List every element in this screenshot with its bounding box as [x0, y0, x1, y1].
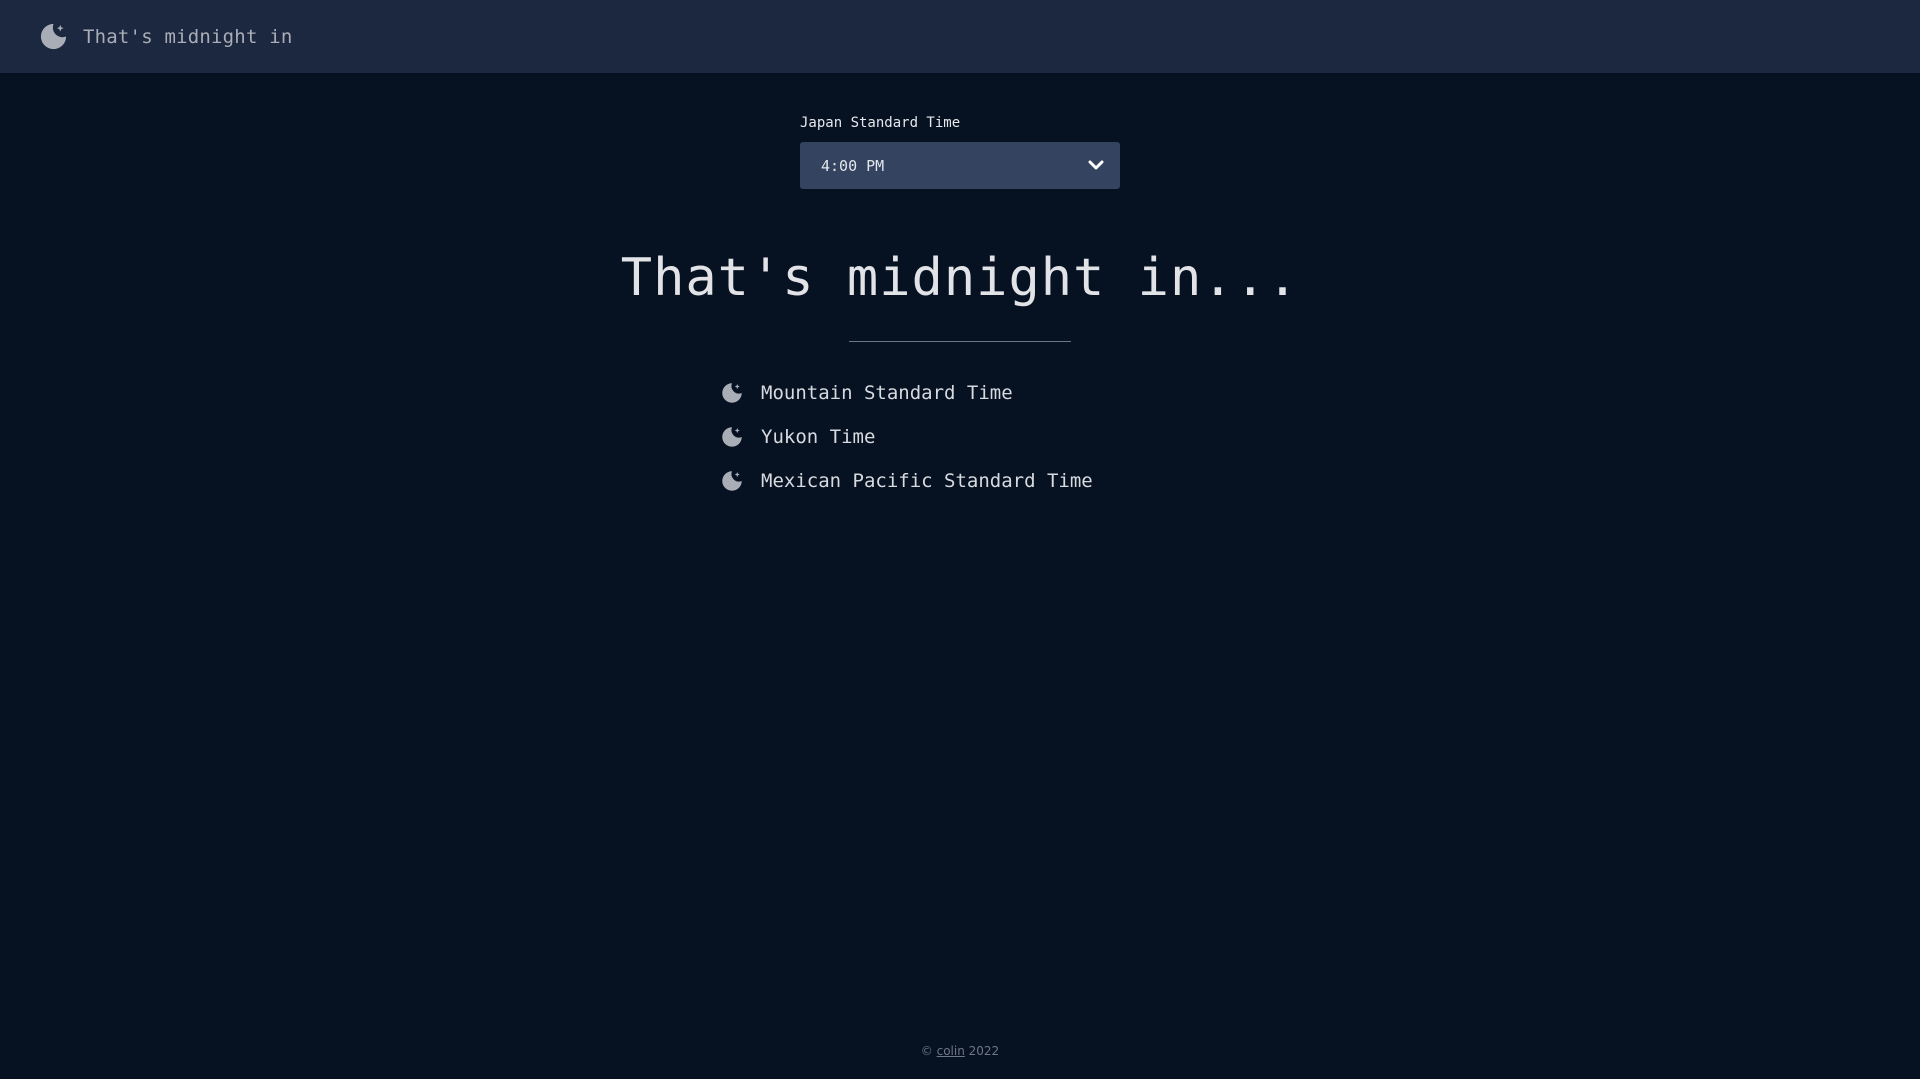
moon-icon [722, 471, 742, 491]
timezone-name: Mountain Standard Time [761, 382, 1013, 404]
timezone-name: Yukon Time [761, 426, 876, 448]
list-item: Mexican Pacific Standard Time [720, 459, 1093, 503]
list-item: Yukon Time [720, 415, 1093, 459]
navbar: That's midnight in [0, 0, 1920, 73]
moon-icon [40, 23, 67, 50]
page-title: That's midnight in... [620, 248, 1300, 308]
timezone-time-picker: Japan Standard Time 4:00 PM [800, 115, 1120, 189]
copyright-year: 2022 [968, 1044, 1000, 1058]
moon-icon [722, 383, 742, 403]
chevron-down-icon [1088, 160, 1104, 170]
divider [849, 341, 1071, 342]
copyright-symbol: © [920, 1044, 933, 1058]
list-item: Mountain Standard Time [720, 371, 1093, 415]
footer: © colin 2022 [0, 1044, 1920, 1058]
brand-title: That's midnight in [83, 25, 293, 48]
time-select-value: 4:00 PM [821, 156, 885, 175]
timezone-name: Mexican Pacific Standard Time [761, 470, 1093, 492]
time-select[interactable]: 4:00 PM [800, 142, 1120, 189]
moon-icon [722, 427, 742, 447]
timezone-list: Mountain Standard Time Yukon Time Mexica… [720, 371, 1093, 503]
timezone-label: Japan Standard Time [800, 115, 961, 131]
author-link[interactable]: colin [937, 1044, 965, 1058]
brand-link[interactable]: That's midnight in [38, 21, 293, 52]
